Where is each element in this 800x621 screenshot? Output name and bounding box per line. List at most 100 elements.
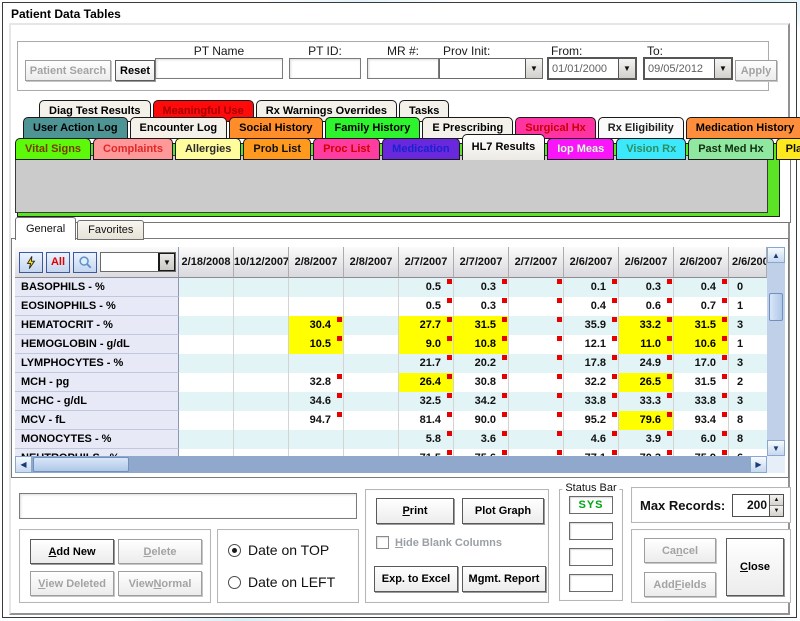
hide-blank-columns-label[interactable]: Hide Blank Columns (395, 537, 502, 549)
view-normal-button[interactable]: View Normal (118, 571, 202, 596)
grid-cell[interactable] (234, 411, 289, 430)
column-header-2-6-2007-9[interactable]: 2/6/2007 (674, 247, 729, 278)
grid-cell[interactable] (509, 411, 564, 430)
grid-cell[interactable]: 0.1 (564, 278, 619, 297)
grid-cell[interactable]: 70.3 (619, 449, 674, 456)
row-label[interactable]: BASOPHILS - % (15, 278, 179, 297)
scroll-right-icon[interactable]: ▶ (750, 456, 767, 473)
export-to-excel-button[interactable]: Exp. to Excel (374, 566, 458, 592)
grid-cell[interactable]: 0.4 (564, 297, 619, 316)
grid-cell[interactable]: 75.6 (454, 449, 509, 456)
grid-cell[interactable]: 31.5 (674, 373, 729, 392)
grid-cell[interactable]: 0.7 (674, 297, 729, 316)
tab-favorites[interactable]: Favorites (77, 220, 144, 240)
grid-cell[interactable] (344, 297, 399, 316)
row-label[interactable]: LYMPHOCYTES - % (15, 354, 179, 373)
grid-cell[interactable]: 3.6 (454, 430, 509, 449)
lightning-button[interactable] (19, 252, 43, 273)
grid-cell[interactable]: 3 (729, 354, 767, 373)
grid-cell[interactable]: 0.4 (674, 278, 729, 297)
vertical-scrollbar[interactable]: ▲ ▼ (767, 247, 785, 456)
field-filter-combo[interactable]: ▼ (100, 252, 176, 272)
grid-cell[interactable]: 33.8 (674, 392, 729, 411)
to-date-combo[interactable]: 09/05/2012 ▼ (643, 57, 733, 80)
grid-cell[interactable]: 27.7 (399, 316, 454, 335)
grid-cell[interactable]: 32.8 (289, 373, 344, 392)
grid-cell[interactable]: 2 (729, 373, 767, 392)
mgmt-report-button[interactable]: Mgmt. Report (462, 566, 546, 592)
grid-cell[interactable] (234, 354, 289, 373)
mr-number-input[interactable] (367, 58, 439, 79)
radio-selected-icon[interactable] (228, 544, 241, 557)
grid-cell[interactable]: 10.6 (674, 335, 729, 354)
grid-cell[interactable] (179, 373, 234, 392)
grid-cell[interactable]: 11.0 (619, 335, 674, 354)
grid-cell[interactable] (234, 297, 289, 316)
grid-cell[interactable] (344, 278, 399, 297)
grid-cell[interactable] (344, 335, 399, 354)
horizontal-scrollbar[interactable]: ◀ ▶ (15, 456, 767, 473)
date-on-top-option[interactable]: Date on TOP (228, 542, 329, 558)
grid-cell[interactable] (509, 335, 564, 354)
chevron-down-icon[interactable]: ▼ (714, 59, 731, 78)
grid-cell[interactable] (179, 278, 234, 297)
grid-cell[interactable]: 0.3 (454, 297, 509, 316)
row-label[interactable]: NEUTROPHILS - % (15, 449, 179, 456)
grid-cell[interactable]: 9.0 (399, 335, 454, 354)
grid-cell[interactable] (509, 297, 564, 316)
tab-proc-list[interactable]: Proc List (313, 138, 380, 160)
radio-unselected-icon[interactable] (228, 576, 241, 589)
grid-cell[interactable]: 71.5 (399, 449, 454, 456)
grid-cell[interactable] (234, 316, 289, 335)
row-label[interactable]: EOSINOPHILS - % (15, 297, 179, 316)
h-scroll-thumb[interactable] (33, 457, 129, 472)
tab-hl7-results[interactable]: HL7 Results (462, 134, 546, 160)
grid-cell[interactable] (179, 392, 234, 411)
column-header-2-8-2007-3[interactable]: 2/8/2007 (344, 247, 399, 278)
date-on-left-option[interactable]: Date on LEFT (228, 574, 335, 590)
scroll-up-icon[interactable]: ▲ (767, 247, 785, 263)
tab-medication[interactable]: Medication (382, 138, 459, 160)
grid-cell[interactable]: 6.0 (674, 430, 729, 449)
search-button[interactable] (73, 252, 97, 273)
grid-cell[interactable]: 17.8 (564, 354, 619, 373)
grid-cell[interactable] (509, 278, 564, 297)
row-label[interactable]: MCHC - g/dL (15, 392, 179, 411)
grid-cell[interactable] (179, 316, 234, 335)
grid-cell[interactable]: 77.1 (564, 449, 619, 456)
row-label[interactable]: HEMATOCRIT - % (15, 316, 179, 335)
tab-general[interactable]: General (15, 217, 76, 240)
patient-search-button[interactable]: Patient Search (25, 60, 111, 81)
row-label[interactable]: HEMOGLOBIN - g/dL (15, 335, 179, 354)
grid-cell[interactable]: 75.9 (674, 449, 729, 456)
grid-cell[interactable] (344, 373, 399, 392)
grid-cell[interactable]: 3.9 (619, 430, 674, 449)
all-button[interactable]: All (46, 252, 70, 273)
grid-cell[interactable] (234, 373, 289, 392)
grid-cell[interactable]: 79.6 (619, 411, 674, 430)
grid-cell[interactable] (289, 430, 344, 449)
grid-cell[interactable] (344, 430, 399, 449)
grid-cell[interactable] (179, 354, 234, 373)
chevron-down-icon[interactable]: ▼ (618, 59, 635, 78)
pt-name-input[interactable] (155, 58, 283, 79)
grid-cell[interactable]: 31.5 (454, 316, 509, 335)
grid-cell[interactable]: 4.6 (564, 430, 619, 449)
grid-cell[interactable]: 10.8 (454, 335, 509, 354)
tab-vision-rx[interactable]: Vision Rx (616, 138, 686, 160)
grid-cell[interactable]: 34.2 (454, 392, 509, 411)
grid-cell[interactable] (344, 354, 399, 373)
grid-cell[interactable]: 17.0 (674, 354, 729, 373)
grid-cell[interactable]: 10.5 (289, 335, 344, 354)
grid-cell[interactable]: 21.7 (399, 354, 454, 373)
grid-cell[interactable]: 6 (729, 449, 767, 456)
grid-cell[interactable]: 93.4 (674, 411, 729, 430)
grid-cell[interactable]: 81.4 (399, 411, 454, 430)
column-header-2-6-2007-8[interactable]: 2/6/2007 (619, 247, 674, 278)
column-header-10-12-2007-1[interactable]: 10/12/2007 (234, 247, 289, 278)
tab-vital-signs[interactable]: Vital Signs (15, 138, 91, 160)
grid-cell[interactable] (289, 354, 344, 373)
grid-cell[interactable]: 0.5 (399, 278, 454, 297)
spinner-down-icon[interactable]: ▼ (770, 506, 783, 516)
add-new-button[interactable]: Add New (30, 539, 114, 564)
